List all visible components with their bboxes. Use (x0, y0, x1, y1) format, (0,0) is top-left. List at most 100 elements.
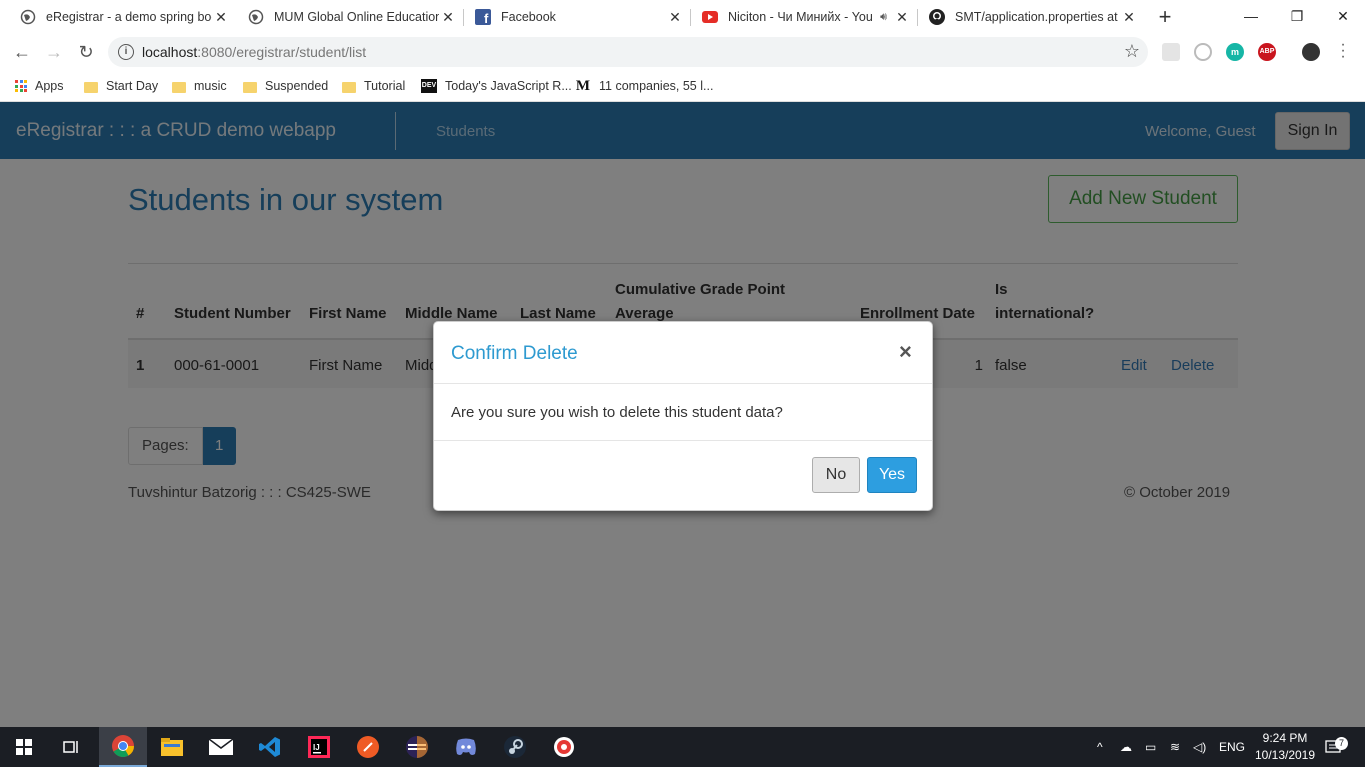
youtube-icon (702, 9, 718, 25)
modal-message: Are you sure you wish to delete this stu… (451, 404, 783, 421)
volume-icon[interactable]: ◁) (1193, 727, 1206, 767)
bookmark-suspended[interactable]: Suspended (243, 76, 328, 96)
tab-github[interactable]: SMT/application.properties at ✕ (917, 0, 1144, 34)
bookmark-label: Tutorial (364, 79, 406, 93)
close-icon[interactable]: × (899, 341, 912, 363)
url-text[interactable]: localhost:8080/eregistrar/student/list (142, 44, 366, 60)
adblock-icon[interactable]: ABP (1258, 43, 1276, 61)
svg-text:IJ: IJ (313, 743, 320, 752)
folder-icon (342, 81, 356, 93)
tab-eregistrar[interactable]: eRegistrar - a demo spring boo ✕ (8, 0, 236, 34)
windows-start-icon[interactable] (0, 727, 48, 767)
tab-title: Niciton - Чи Минийх - You (728, 10, 873, 24)
folder-icon (243, 81, 257, 93)
bookmark-label: Start Day (106, 79, 159, 93)
close-tab-icon[interactable]: ✕ (666, 9, 684, 26)
discord-icon[interactable] (442, 727, 490, 767)
bookmark-star-icon[interactable]: ☆ (1124, 41, 1140, 62)
bookmark-todays-javascript[interactable]: DEV Today's JavaScript R... (421, 76, 572, 96)
info-icon[interactable]: i (118, 44, 134, 60)
url-host: localhost (142, 44, 198, 60)
bookmark-11-companies[interactable]: M 11 companies, 55 l... (575, 76, 714, 96)
globe-icon (20, 9, 36, 25)
web-page: eRegistrar : : : a CRUD demo webapp Stud… (0, 102, 1365, 727)
extension-icon[interactable] (1194, 43, 1212, 61)
bookmark-music[interactable]: music (172, 76, 227, 96)
windows-taskbar: IJ ^ ☁ ▭ ≋ ◁) ENG 9:24 PM 10/13/2019 7 (0, 727, 1365, 767)
address-bar[interactable]: i localhost:8080/eregistrar/student/list… (108, 37, 1148, 67)
profile-avatar[interactable] (1302, 43, 1320, 61)
tab-youtube[interactable]: Niciton - Чи Минийх - You 🔊︎ ✕ (690, 0, 917, 34)
globe-icon (248, 9, 264, 25)
language-indicator[interactable]: ENG (1219, 727, 1245, 767)
bookmark-apps[interactable]: Apps (15, 76, 64, 96)
file-explorer-icon[interactable] (148, 727, 196, 767)
modal-header: Confirm Delete × (434, 322, 932, 384)
bookmark-tutorial[interactable]: Tutorial (342, 76, 405, 96)
url-path: :8080/eregistrar/student/list (197, 44, 367, 60)
facebook-icon: f (475, 9, 491, 25)
chrome-menu-icon[interactable]: · · · (1338, 37, 1348, 65)
minimize-icon[interactable]: — (1228, 0, 1274, 32)
back-icon[interactable]: ← (10, 40, 34, 64)
reload-icon[interactable]: ↻ (74, 40, 98, 64)
tab-facebook[interactable]: f Facebook ✕ (463, 0, 690, 34)
close-tab-icon[interactable]: ✕ (439, 9, 457, 26)
clock-date: 10/13/2019 (1254, 748, 1316, 762)
close-window-icon[interactable]: ✕ (1320, 0, 1365, 32)
confirm-delete-modal: Confirm Delete × Are you sure you wish t… (433, 321, 933, 511)
bookmark-label: Apps (35, 79, 64, 93)
battery-icon[interactable]: ▭ (1145, 727, 1156, 767)
task-view-icon[interactable] (48, 727, 96, 767)
folder-icon (172, 81, 186, 93)
svg-text:f: f (484, 11, 489, 25)
extension-icon[interactable] (1162, 43, 1180, 61)
bookmark-label: Today's JavaScript R... (445, 79, 572, 93)
extension-m-icon[interactable]: m (1226, 43, 1244, 61)
close-tab-icon[interactable]: ✕ (1120, 9, 1138, 26)
folder-icon (84, 81, 98, 93)
intellij-icon[interactable]: IJ (295, 727, 343, 767)
steam-icon[interactable] (491, 727, 539, 767)
vscode-icon[interactable] (246, 727, 294, 767)
mail-icon[interactable] (197, 727, 245, 767)
onedrive-icon[interactable]: ☁ (1120, 727, 1132, 767)
forward-icon[interactable]: → (42, 40, 66, 64)
bookmark-label: music (194, 79, 227, 93)
medium-icon: M (575, 78, 591, 94)
apps-grid-icon (15, 80, 27, 92)
yes-button[interactable]: Yes (867, 457, 917, 493)
modal-footer: No Yes (434, 441, 932, 511)
close-tab-icon[interactable]: ✕ (212, 9, 230, 26)
notification-count: 7 (1335, 737, 1348, 750)
wifi-icon[interactable]: ≋ (1170, 727, 1180, 767)
taskbar-clock[interactable]: 9:24 PM 10/13/2019 (1252, 730, 1318, 764)
tab-mum-global[interactable]: MUM Global Online Education ✕ (236, 0, 463, 34)
bookmark-start-day[interactable]: Start Day (84, 76, 158, 96)
github-icon (929, 9, 945, 25)
dev-icon: DEV (421, 79, 437, 93)
close-tab-icon[interactable]: ✕ (893, 9, 911, 26)
browser-toolbar: ← → ↻ i localhost:8080/eregistrar/studen… (0, 34, 1365, 70)
bookmarks-bar: Apps Start Day music Suspended Tutorial … (0, 70, 1365, 102)
tab-title: SMT/application.properties at (955, 10, 1118, 24)
restore-icon[interactable]: ❐ (1274, 0, 1320, 32)
show-hidden-icons[interactable]: ^ (1097, 727, 1103, 767)
modal-title: Confirm Delete (451, 343, 578, 364)
notification-center-icon[interactable]: 7 (1325, 727, 1348, 767)
speaker-icon[interactable]: 🔊︎ (880, 11, 887, 24)
new-tab-icon[interactable]: + (1156, 4, 1174, 30)
bookmark-label: Suspended (265, 79, 329, 93)
no-button[interactable]: No (812, 457, 860, 493)
app-logo-icon[interactable] (540, 727, 588, 767)
tab-title: MUM Global Online Education (274, 10, 439, 24)
modal-body: Are you sure you wish to delete this stu… (434, 384, 932, 441)
eclipse-icon[interactable] (393, 727, 441, 767)
tab-title: eRegistrar - a demo spring boo (46, 10, 212, 24)
browser-tab-strip: eRegistrar - a demo spring boo ✕ MUM Glo… (0, 0, 1365, 34)
chrome-taskbar-icon[interactable] (99, 727, 147, 767)
bookmark-label: 11 companies, 55 l... (599, 79, 714, 93)
tab-title: Facebook (501, 10, 556, 24)
postman-icon[interactable] (344, 727, 392, 767)
clock-time: 9:24 PM (1262, 731, 1308, 745)
